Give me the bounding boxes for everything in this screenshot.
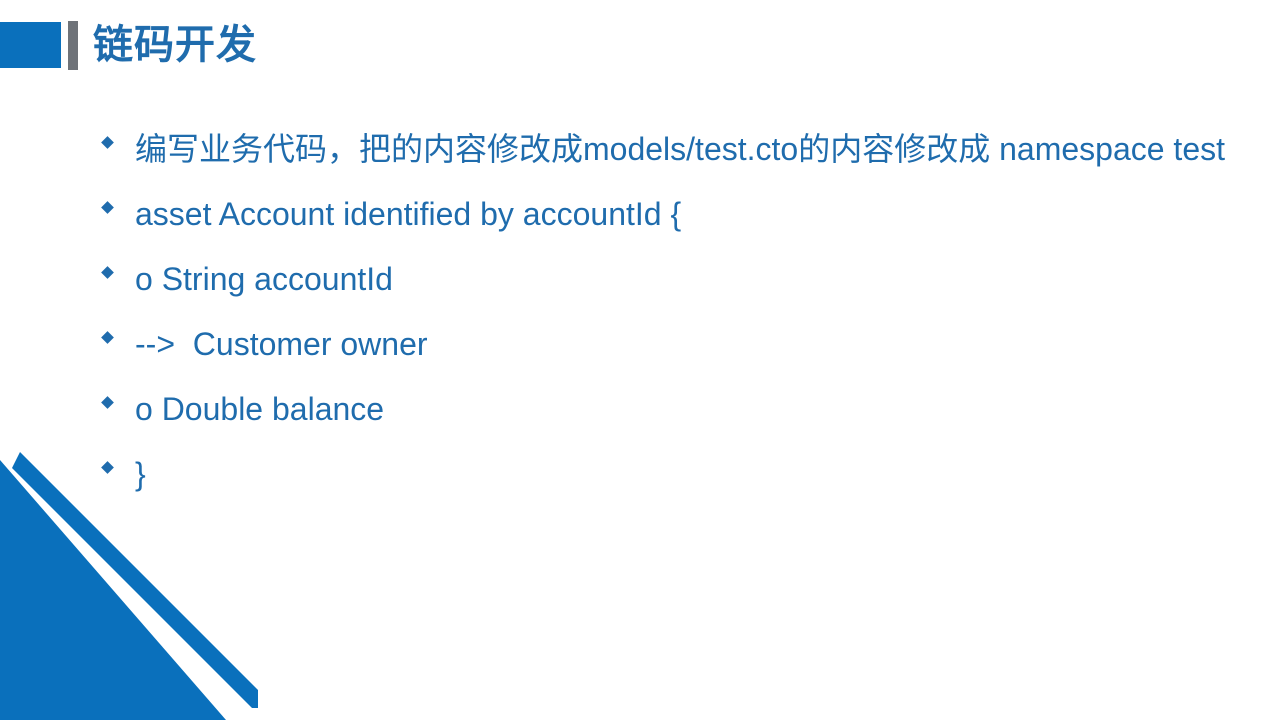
list-item-label: --> Customer owner [135,326,428,362]
title-accent-square [0,22,61,68]
list-item-label: o Double balance [135,391,385,427]
list-item: --> Customer owner [98,319,1233,370]
diamond-bullet-icon [98,124,135,149]
list-item-label: 编写业务代码，把的内容修改成models/test.cto的内容修改成 name… [135,131,1226,167]
list-item-label: } [135,456,146,492]
list-item: o String accountId [98,254,1233,305]
list-item: 编写业务代码，把的内容修改成models/test.cto的内容修改成 name… [98,124,1233,175]
diamond-bullet-icon [98,449,135,474]
slide-title-block: 链码开发 [0,0,1280,95]
diamond-bullet-icon [98,384,135,409]
bullet-list: 编写业务代码，把的内容修改成models/test.cto的内容修改成 name… [98,124,1233,514]
list-item-label: asset Account identified by accountId { [135,196,682,232]
page-title: 链码开发 [93,23,257,67]
list-item-label: o String accountId [135,261,393,297]
list-item: asset Account identified by accountId { [98,189,1233,240]
list-item: o Double balance [98,384,1233,435]
diamond-bullet-icon [98,254,135,279]
list-item: } [98,449,1233,500]
slide: 链码开发 编写业务代码，把的内容修改成models/test.cto的内容修改成… [0,0,1280,720]
diamond-bullet-icon [98,189,135,214]
diamond-bullet-icon [98,319,135,344]
title-accent-bar [68,21,78,70]
